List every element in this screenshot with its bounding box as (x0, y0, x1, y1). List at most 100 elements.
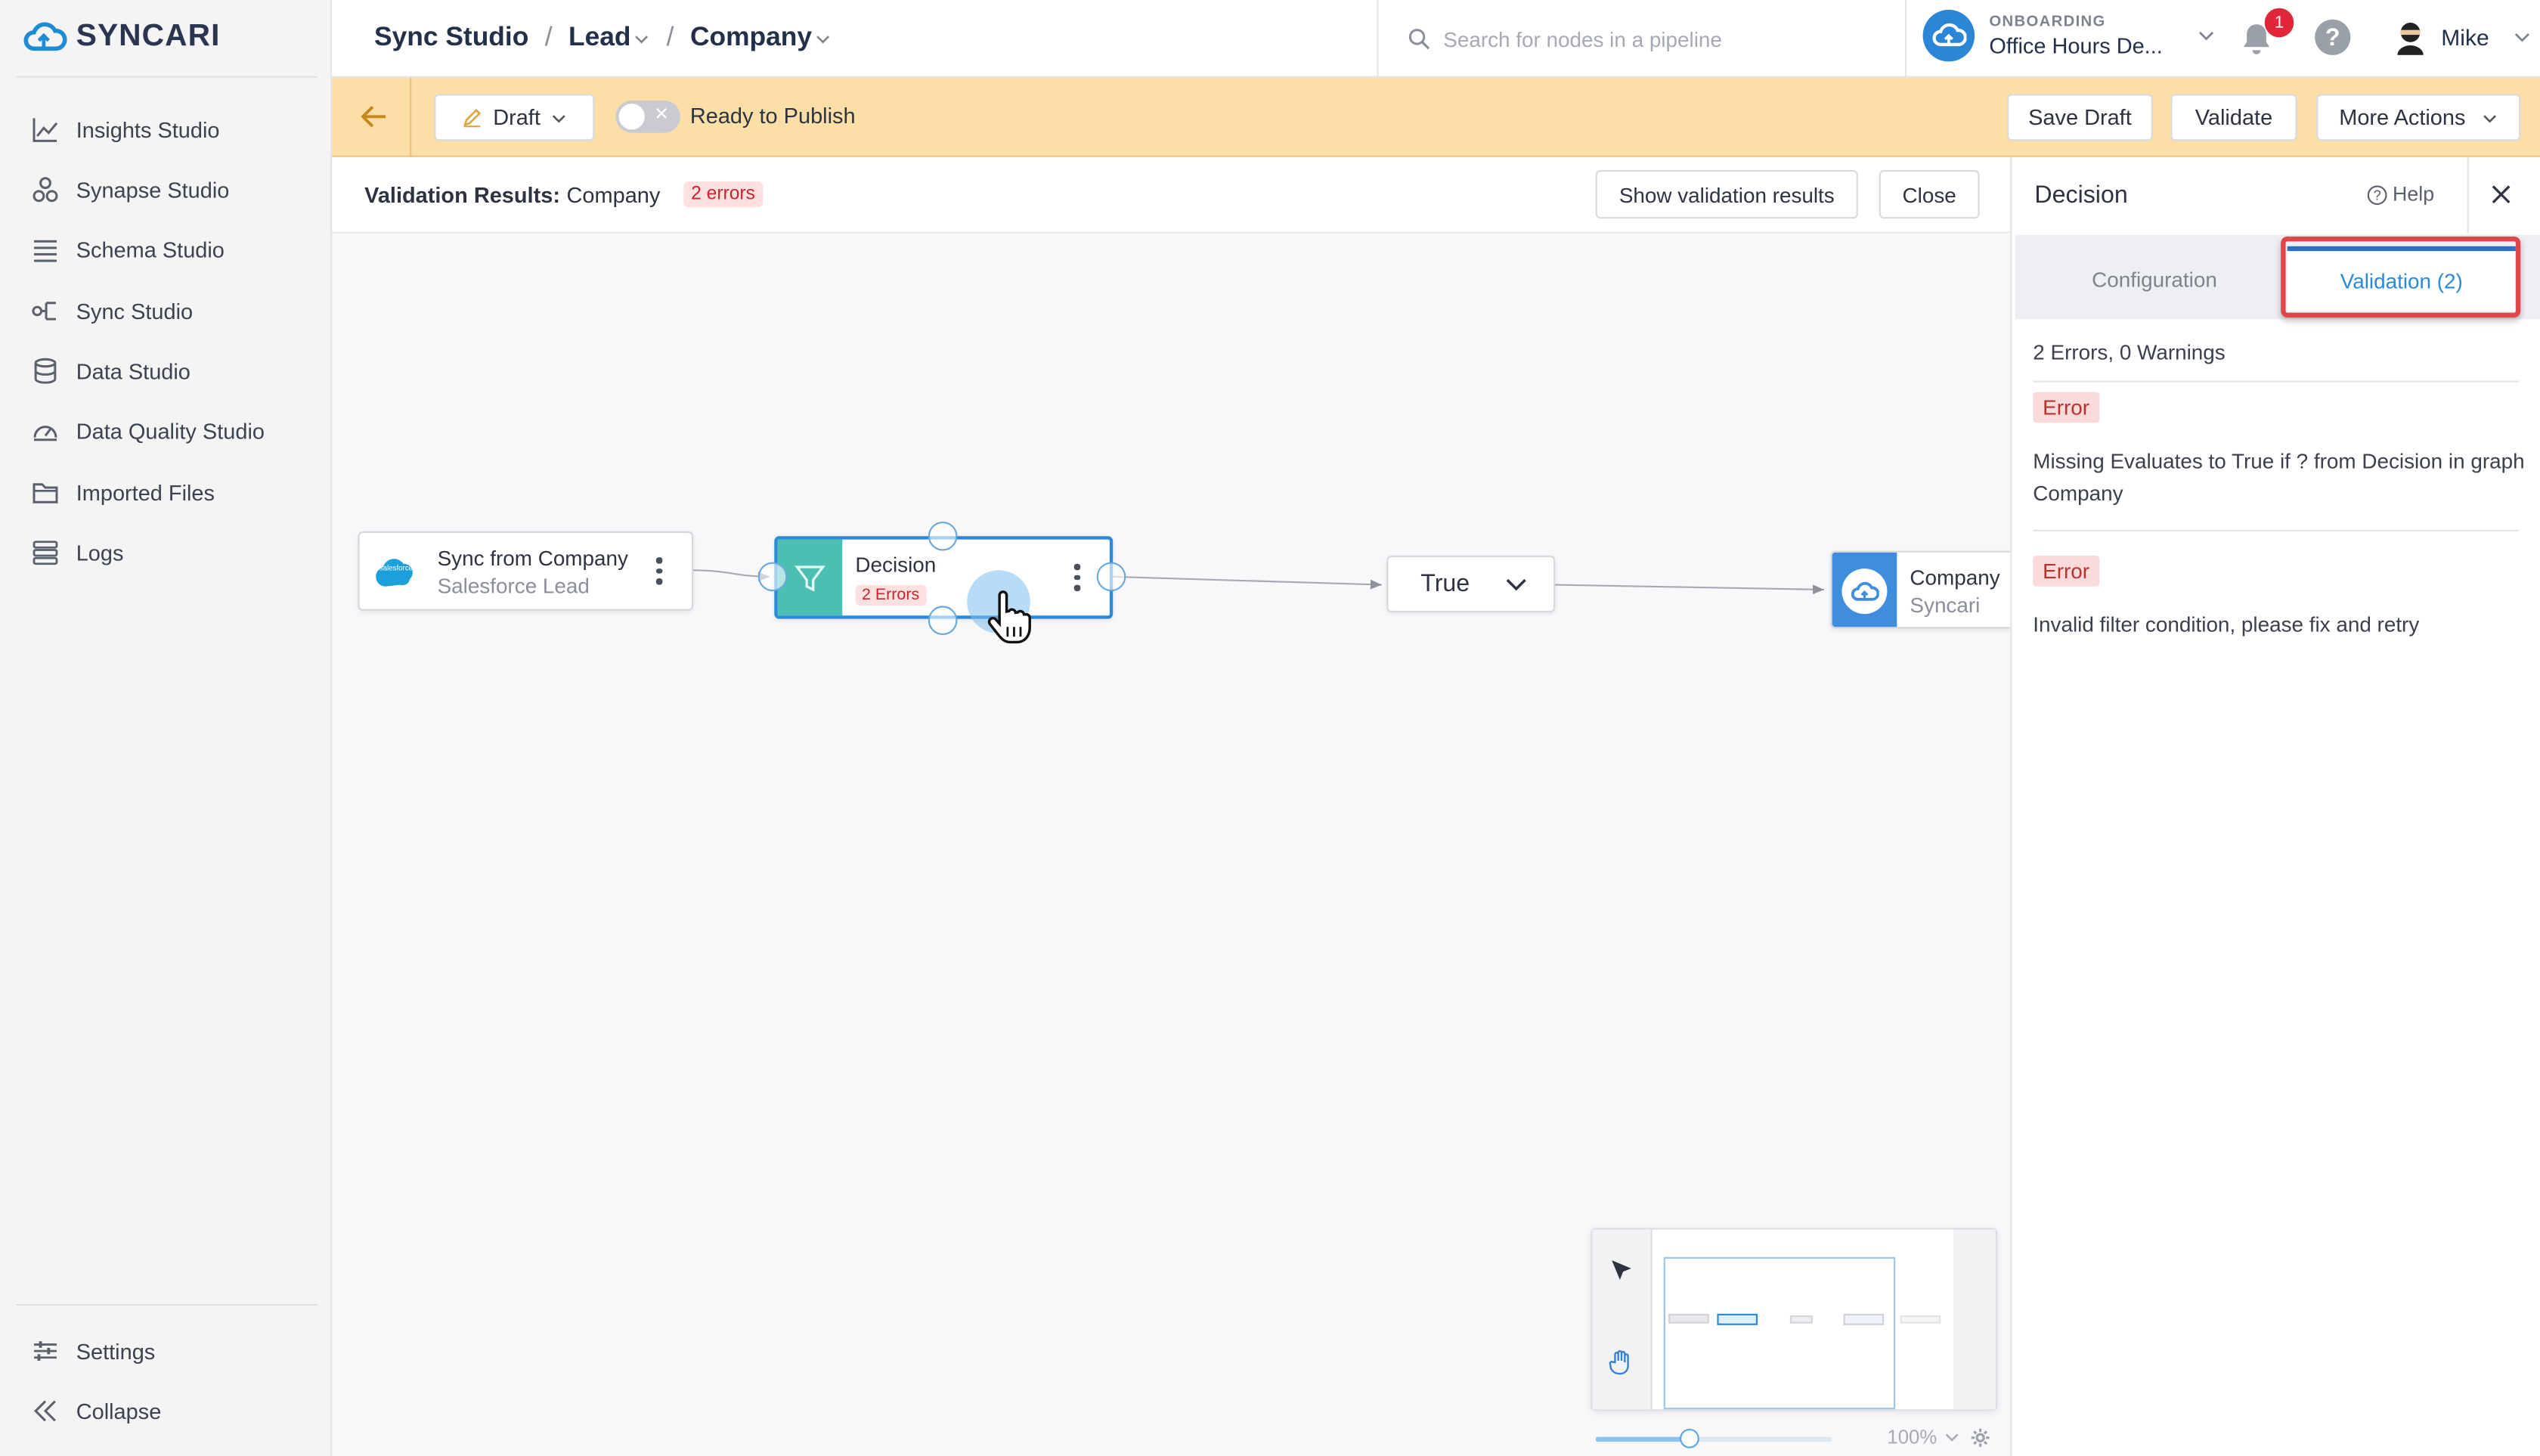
breadcrumb-sync-studio[interactable]: Sync Studio (374, 23, 528, 54)
salesforce-logo-text: salesforce (379, 563, 413, 572)
validation-summary: 2 Errors, 0 Warnings (2033, 340, 2226, 365)
chevron-down-icon (2483, 114, 2497, 122)
highlight-annotation (2281, 236, 2521, 318)
pointer-tool-icon[interactable] (1609, 1257, 1634, 1283)
chevron-down-icon (1945, 1433, 1958, 1442)
error-tag: Error (2033, 392, 2099, 423)
breadcrumb-lead[interactable]: Lead (568, 23, 650, 54)
node-company-target[interactable]: Company Syncari (1830, 550, 2017, 629)
breadcrumb-company[interactable]: Company (690, 23, 832, 54)
node-subtitle: Salesforce Lead (437, 573, 590, 598)
sidebar-item-imported-files[interactable]: Imported Files (16, 466, 318, 519)
help-link[interactable]: ? Help (2367, 183, 2434, 206)
sidebar-item-label: Synapse Studio (76, 177, 230, 202)
funnel-icon (795, 565, 826, 591)
node-menu-icon[interactable] (655, 557, 662, 584)
syncari-node-icon-block (1832, 552, 1897, 627)
chart-icon (33, 118, 58, 142)
user-name: Mike (2441, 24, 2489, 51)
sidebar-item-label: Data Quality Studio (76, 418, 265, 444)
port-left[interactable] (757, 562, 788, 592)
back-arrow-icon[interactable] (360, 104, 389, 129)
app-name: SYNCARI (76, 19, 221, 54)
sidebar-collapse-button[interactable]: Collapse (16, 1385, 318, 1437)
show-validation-results-button[interactable]: Show validation results (1595, 170, 1858, 219)
search-input[interactable] (1443, 26, 1865, 51)
sidebar-item-sync-studio[interactable]: Sync Studio (16, 285, 318, 337)
sidebar-item-data-quality-studio[interactable]: Data Quality Studio (16, 405, 318, 457)
hand-tool-icon[interactable] (1607, 1348, 1637, 1377)
toggle-knob (618, 104, 645, 130)
close-validation-button[interactable]: Close (1879, 170, 1980, 219)
port-bottom[interactable] (928, 606, 958, 635)
sidebar-item-logs[interactable]: Logs (16, 526, 318, 578)
breadcrumb-separator: / (544, 23, 553, 52)
draft-dropdown[interactable]: Draft (434, 94, 595, 141)
top-header: Sync Studio / Lead / Company ONBOARDING … (332, 0, 2540, 78)
node-true-branch[interactable]: True (1386, 556, 1556, 612)
salesforce-logo: salesforce (371, 546, 421, 596)
breadcrumb-label: Lead (568, 23, 631, 52)
help-icon[interactable]: ? (2315, 19, 2351, 55)
more-actions-button[interactable]: More Actions (2316, 94, 2521, 141)
org-switcher[interactable]: ONBOARDING Office Hours De... (1922, 9, 2216, 62)
sidebar-item-insights-studio[interactable]: Insights Studio (16, 104, 318, 156)
double-chevron-left-icon (34, 1400, 56, 1422)
ready-to-publish-label: Ready to Publish (689, 104, 856, 129)
panel-title: Decision (2034, 181, 2128, 209)
sidebar-item-label: Insights Studio (76, 117, 220, 142)
pipeline-canvas[interactable]: salesforce Sync from Company Salesforce … (332, 234, 2017, 1456)
button-label: Close (1902, 182, 1956, 207)
divider (2033, 380, 2520, 383)
gauge-icon (33, 426, 57, 441)
help-label: Help (2393, 183, 2435, 206)
sidebar-item-synapse-studio[interactable]: Synapse Studio (16, 163, 318, 215)
close-icon: ✕ (654, 105, 669, 125)
port-top[interactable] (928, 522, 958, 551)
save-draft-button[interactable]: Save Draft (2007, 94, 2153, 141)
edge-decision-true (1113, 575, 1382, 590)
button-label: Show validation results (1618, 182, 1835, 207)
tab-configuration[interactable]: Configuration (2034, 246, 2274, 311)
close-icon[interactable] (2492, 184, 2511, 204)
minimap-viewport[interactable] (1663, 1256, 1896, 1410)
validation-results-label: Validation Results: (364, 182, 560, 207)
node-sync-from-company[interactable]: salesforce Sync from Company Salesforce … (358, 531, 694, 611)
sidebar-item-schema-studio[interactable]: Schema Studio (16, 224, 318, 276)
node-subtitle: Syncari (1910, 593, 1981, 618)
ready-to-publish-toggle[interactable]: ✕ (615, 100, 680, 133)
panel-header-divider (2467, 156, 2469, 234)
list-icon (33, 240, 57, 262)
zoom-slider[interactable] (1595, 1429, 1832, 1448)
minimap (1591, 1228, 1998, 1411)
hand-cursor-icon (987, 590, 1031, 644)
edge-true-target (1555, 584, 1824, 595)
sidebar-item-settings[interactable]: Settings (16, 1325, 318, 1377)
error-message: Invalid filter condition, please fix and… (2033, 612, 2420, 637)
sidebar-item-data-studio[interactable]: Data Studio (16, 345, 318, 397)
node-title: Decision (855, 552, 937, 577)
tab-label: Configuration (2092, 266, 2217, 291)
button-label: More Actions (2339, 105, 2466, 130)
sidebar-item-label: Sync Studio (76, 299, 194, 324)
sidebar-item-label: Logs (76, 540, 124, 565)
node-title: Sync from Company (437, 546, 628, 571)
node-search (1377, 0, 1907, 78)
folder-icon (33, 483, 58, 503)
user-menu[interactable]: Mike (2393, 20, 2531, 55)
gear-icon[interactable] (1969, 1427, 1990, 1448)
node-title: Company (1910, 565, 2000, 590)
breadcrumb-label: Company (689, 23, 813, 52)
minimap-node (1717, 1313, 1758, 1325)
port-right[interactable] (1096, 562, 1126, 592)
logs-icon (33, 541, 58, 565)
chevron-down-icon (816, 35, 830, 43)
zoom-dropdown[interactable]: 100% (1887, 1426, 1990, 1448)
org-name: Office Hours De... (1989, 34, 2163, 59)
validate-button[interactable]: Validate (2170, 94, 2297, 141)
button-label: Validate (2195, 105, 2273, 130)
node-menu-icon[interactable] (1073, 563, 1080, 591)
breadcrumb-separator: / (666, 23, 674, 52)
syncari-logo[interactable]: SYNCARI (23, 20, 220, 55)
chevron-down-icon (1507, 578, 1527, 590)
